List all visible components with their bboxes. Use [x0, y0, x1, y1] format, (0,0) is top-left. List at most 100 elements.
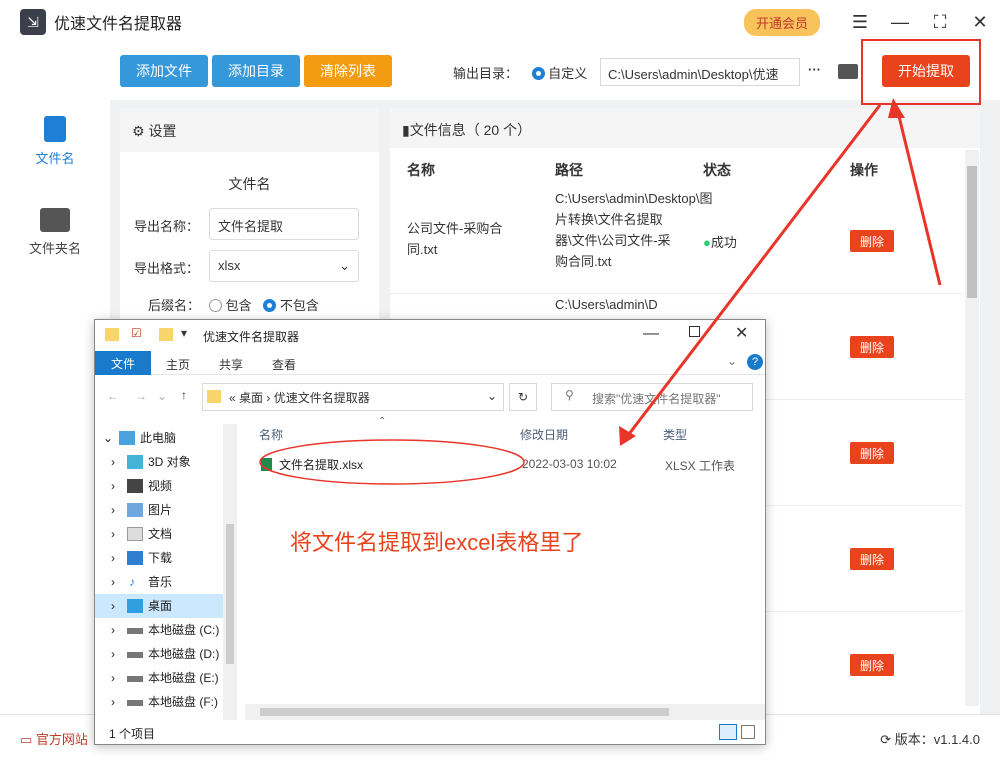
col-name[interactable]: 名称: [259, 426, 283, 443]
tiles-view-icon[interactable]: [741, 725, 755, 739]
maximize-icon[interactable]: ⛶: [920, 12, 960, 33]
output-dir-label: 输出目录： 自定义: [453, 66, 588, 81]
folder-icon: [40, 208, 70, 232]
drive-icon: [127, 700, 143, 706]
tree-item[interactable]: › 本地磁盘 (D:): [95, 642, 223, 666]
chevron-right-icon: ›: [111, 623, 115, 637]
tab-file[interactable]: 文件: [95, 351, 151, 375]
tree-item[interactable]: › 本地磁盘 (E:): [95, 666, 223, 690]
horizontal-scrollbar[interactable]: [245, 704, 765, 720]
tree-item[interactable]: › 3D 对象: [95, 450, 223, 474]
chevron-right-icon: ›: [111, 695, 115, 709]
delete-button[interactable]: 删除: [850, 548, 894, 570]
start-extract-button[interactable]: 开始提取: [882, 55, 970, 87]
forward-icon[interactable]: →: [135, 389, 147, 403]
tree-item[interactable]: › 本地磁盘 (C:): [95, 618, 223, 642]
maximize-icon[interactable]: [689, 326, 700, 337]
output-path-input[interactable]: C:\Users\admin\Desktop\优速: [600, 58, 800, 86]
sidebar-item-filename[interactable]: 文件名: [0, 116, 110, 167]
chevron-right-icon: ›: [111, 551, 115, 565]
chevron-right-icon: ›: [111, 527, 115, 541]
expand-icon: ⌄: [103, 431, 114, 445]
export-name-input[interactable]: 文件名提取: [209, 208, 359, 240]
explorer-title: 优速文件名提取器: [203, 330, 300, 344]
folder-icon: [207, 390, 221, 403]
tree-item[interactable]: › ♪ 音乐: [95, 570, 223, 594]
tab-view[interactable]: 查看: [272, 356, 296, 373]
back-icon[interactable]: ←: [107, 389, 119, 403]
tree-item-this-pc[interactable]: ⌄ 此电脑: [95, 426, 223, 450]
col-date[interactable]: 修改日期: [520, 426, 568, 443]
tree-item[interactable]: › 本地磁盘 (F:): [95, 690, 223, 714]
suffix-exclude-radio[interactable]: [263, 299, 277, 312]
website-icon: ▭: [20, 732, 33, 747]
title-bar: ⇲ 优速文件名提取器 开通会员 ☰ — ⛶ ✕: [0, 0, 1000, 44]
chevron-right-icon: ›: [111, 479, 115, 493]
table-scrollbar[interactable]: [965, 150, 979, 706]
3d-objects-icon: [127, 455, 143, 469]
search-input[interactable]: 搜索"优速文件名提取器": [551, 383, 753, 411]
tree-item-desktop[interactable]: › 桌面: [95, 594, 223, 618]
clear-list-button[interactable]: 清除列表: [304, 55, 392, 87]
delete-button[interactable]: 删除: [850, 230, 894, 252]
quick-access-dropdown-icon[interactable]: ▾: [181, 326, 187, 340]
version-label: ⟳ 版本：v1.1.4.0: [880, 732, 980, 747]
file-name[interactable]: 文件名提取.xlsx: [279, 456, 363, 473]
suffix-include-radio[interactable]: [209, 299, 222, 312]
recent-dropdown-icon[interactable]: ⌄: [157, 389, 167, 403]
annotation-text: 将文件名提取到excel表格里了: [290, 530, 584, 555]
delete-button[interactable]: 删除: [850, 336, 894, 358]
add-file-button[interactable]: 添加文件: [120, 55, 208, 87]
sidebar-item-foldername[interactable]: 文件夹名: [0, 208, 110, 257]
file-type: XLSX 工作表: [665, 459, 736, 473]
chevron-right-icon: ›: [111, 647, 115, 661]
chevron-right-icon: ›: [111, 671, 115, 685]
file-info-header: ▮文件信息（ 20 个）: [390, 108, 980, 148]
video-icon: [127, 479, 143, 493]
ribbon-expand-icon[interactable]: ⌄: [727, 354, 737, 368]
tree-scrollbar[interactable]: [223, 424, 237, 720]
address-bar[interactable]: « 桌面 › 优速文件名提取器 ⌄: [202, 383, 504, 411]
custom-radio[interactable]: [531, 67, 545, 80]
export-format-select[interactable]: xlsx ⌄: [209, 250, 359, 282]
chevron-down-icon: ⌄: [339, 258, 350, 273]
new-folder-icon[interactable]: [159, 328, 173, 341]
explorer-status: 1 个项目: [109, 727, 156, 741]
add-dir-button[interactable]: 添加目录: [212, 55, 300, 87]
tree-item[interactable]: › 下载: [95, 546, 223, 570]
more-button[interactable]: ···: [808, 62, 821, 77]
close-icon[interactable]: ✕: [735, 323, 748, 343]
minimize-icon[interactable]: —: [880, 12, 920, 33]
refresh-icon[interactable]: ↻: [509, 383, 537, 411]
folder-open-icon[interactable]: [838, 64, 858, 79]
col-status: 状态: [703, 162, 731, 178]
tab-home[interactable]: 主页: [166, 356, 190, 373]
suffix-include-label: 包含: [225, 298, 252, 313]
site-link[interactable]: ▭ 官方网站: [20, 729, 88, 748]
app-logo-icon: ⇲: [20, 9, 46, 35]
refresh-icon: ⟳: [880, 732, 892, 747]
tree-item[interactable]: › 文档: [95, 522, 223, 546]
chevron-right-icon: ›: [111, 599, 115, 613]
details-view-icon[interactable]: [719, 724, 737, 740]
delete-button[interactable]: 删除: [850, 654, 894, 676]
file-date: 2022-03-03 10:02: [522, 457, 617, 471]
close-icon[interactable]: ✕: [960, 12, 1000, 33]
vip-button[interactable]: 开通会员: [743, 8, 820, 36]
folder-icon: [105, 328, 119, 341]
breadcrumb: « 桌面 › 优速文件名提取器: [229, 391, 370, 405]
delete-button[interactable]: 删除: [850, 442, 894, 464]
tree-item[interactable]: › 图片: [95, 498, 223, 522]
help-icon[interactable]: ?: [747, 354, 763, 370]
tree-item[interactable]: › 视频: [95, 474, 223, 498]
music-icon: ♪: [129, 575, 135, 589]
chevron-down-icon[interactable]: ⌄: [487, 389, 497, 403]
minimize-icon[interactable]: —: [643, 325, 659, 343]
up-icon[interactable]: ↑: [181, 388, 187, 402]
col-type[interactable]: 类型: [663, 426, 687, 443]
menu-icon[interactable]: ☰: [840, 12, 880, 33]
properties-icon[interactable]: ☑: [131, 326, 142, 340]
col-name: 名称: [407, 162, 435, 178]
drive-icon: [127, 652, 143, 658]
tab-share[interactable]: 共享: [219, 356, 243, 373]
